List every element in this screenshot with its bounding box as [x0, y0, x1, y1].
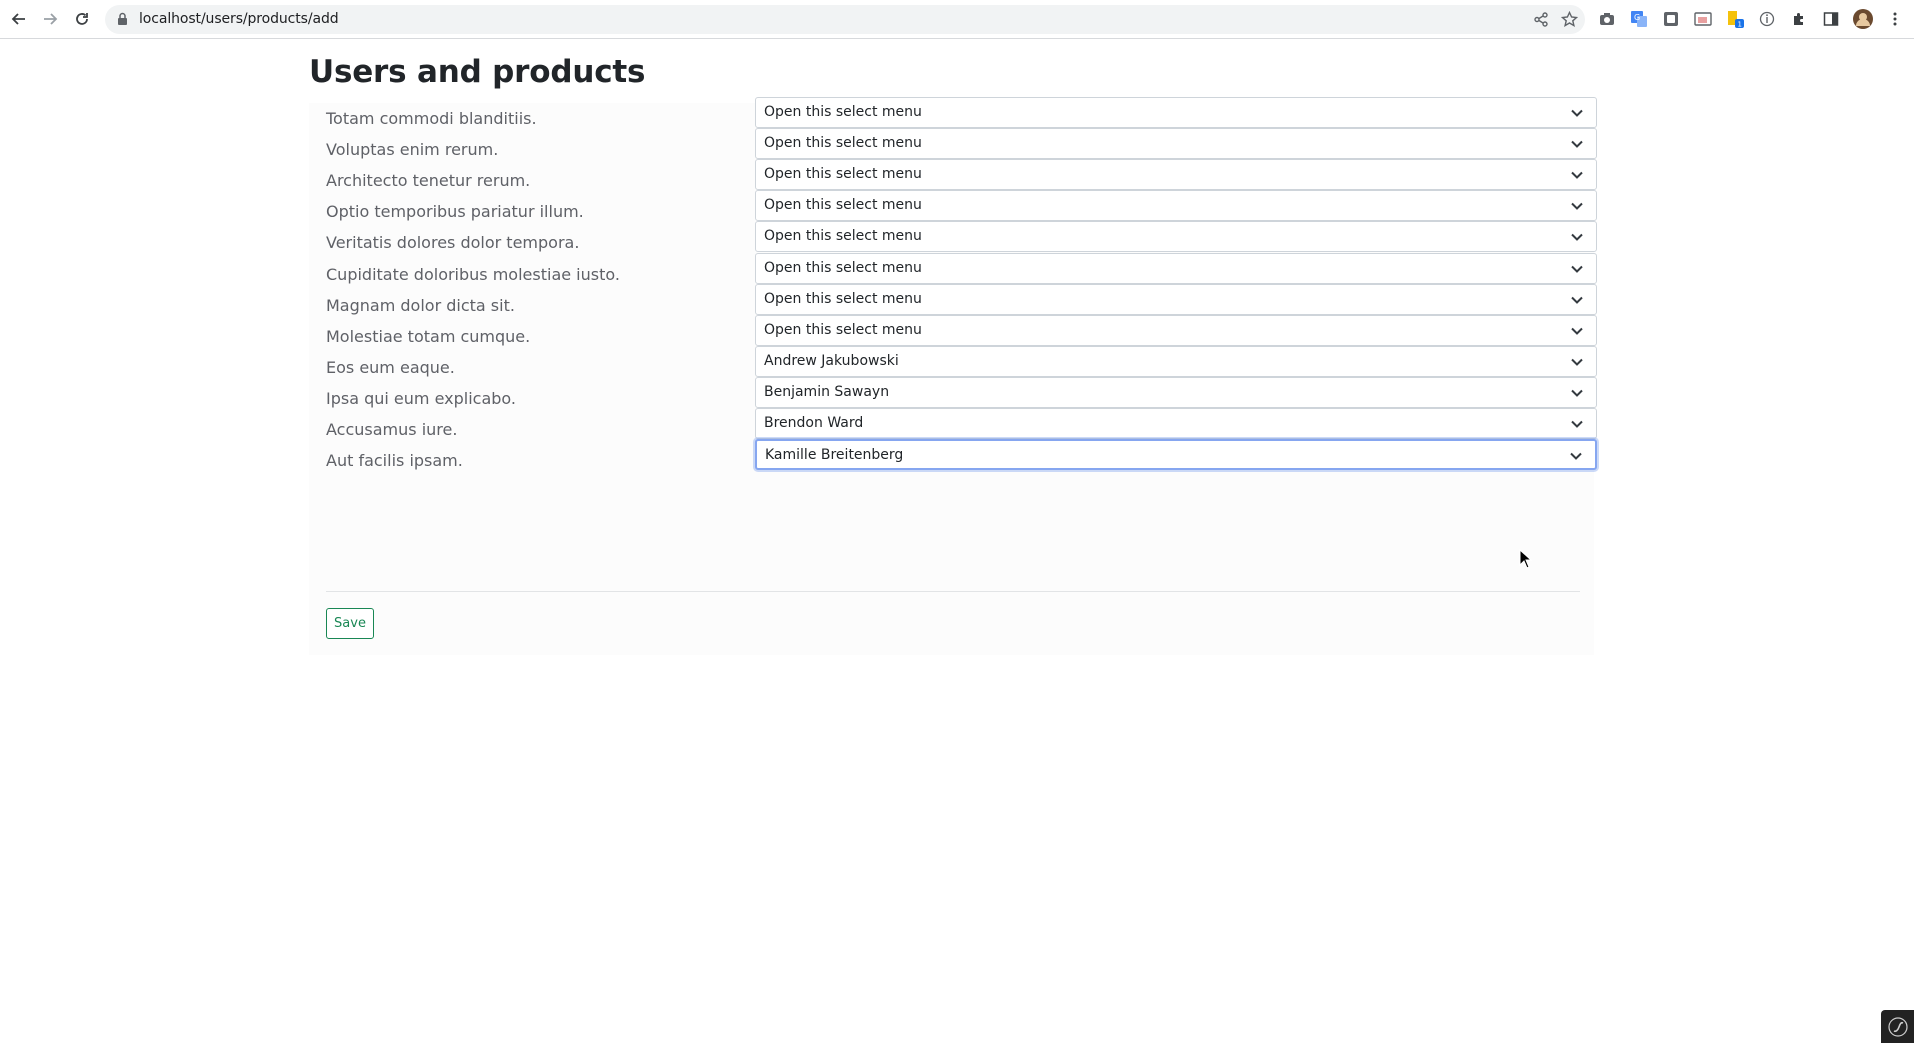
select-value: Open this select menu — [764, 290, 922, 307]
info-extension-icon[interactable] — [1757, 9, 1777, 29]
select-value: Open this select menu — [764, 259, 922, 276]
user-select[interactable]: Brendon Ward — [755, 408, 1597, 439]
address-bar[interactable]: localhost/users/products/add — [105, 5, 1585, 34]
chevron-down-icon — [1571, 389, 1583, 397]
select-value: Open this select menu — [764, 166, 922, 183]
user-select[interactable]: Open this select menu — [755, 283, 1597, 315]
notes-extension-icon[interactable]: 1 — [1725, 9, 1745, 29]
chevron-down-icon — [1571, 420, 1583, 428]
cast-extension-icon[interactable] — [1693, 9, 1713, 29]
browser-menu-icon[interactable] — [1885, 9, 1905, 29]
lock-icon — [118, 12, 127, 25]
select-value: Andrew Jakubowski — [764, 352, 899, 369]
select-value: Open this select menu — [764, 321, 922, 338]
browser-toolbar: localhost/users/products/add G 1 — [0, 0, 1914, 39]
extensions-puzzle-icon[interactable] — [1789, 9, 1809, 29]
select-value: Open this select menu — [764, 104, 922, 120]
user-select[interactable]: Kamille Breitenberg — [755, 439, 1597, 471]
form-row: Aut facilis ipsam. Kamille Breitenberg — [309, 439, 1597, 477]
svg-text:1: 1 — [1738, 21, 1742, 29]
back-button[interactable] — [7, 7, 31, 31]
user-select[interactable]: Open this select menu — [755, 221, 1597, 253]
screenshot-extension-icon[interactable] — [1661, 9, 1681, 29]
reload-button[interactable] — [70, 7, 94, 31]
chevron-down-icon — [1571, 109, 1583, 117]
select-value: Open this select menu — [764, 135, 922, 152]
bookmark-star-icon[interactable] — [1561, 11, 1578, 28]
chevron-down-icon — [1571, 234, 1583, 242]
symfony-logo-icon — [1887, 1016, 1908, 1037]
chevron-down-icon — [1571, 296, 1583, 304]
forward-button[interactable] — [38, 7, 62, 31]
user-select[interactable]: Open this select menu — [755, 314, 1597, 346]
row-label: Aut facilis ipsam. — [326, 451, 463, 471]
mouse-cursor-icon — [1519, 549, 1533, 569]
user-select[interactable]: Open this select menu — [755, 190, 1597, 222]
back-arrow-icon — [11, 13, 25, 25]
chevron-down-icon — [1571, 327, 1583, 335]
side-panel-icon[interactable] — [1821, 9, 1841, 29]
share-icon[interactable] — [1533, 11, 1550, 28]
chevron-down-icon — [1571, 203, 1583, 211]
select-value: Benjamin Sawayn — [764, 383, 890, 400]
user-select[interactable]: Andrew Jakubowski — [755, 345, 1597, 377]
user-select[interactable]: Open this select menu — [755, 128, 1597, 160]
chevron-down-icon — [1571, 171, 1583, 180]
form-divider — [326, 591, 1580, 592]
reload-icon — [76, 13, 88, 25]
profile-avatar-icon[interactable] — [1853, 9, 1873, 29]
chevron-down-icon — [1570, 452, 1582, 461]
url-text: localhost/users/products/add — [139, 11, 339, 27]
translate-extension-icon[interactable]: G — [1629, 9, 1649, 29]
chevron-down-icon — [1571, 265, 1583, 273]
save-button[interactable]: Save — [326, 608, 374, 639]
forward-arrow-icon — [44, 13, 58, 25]
chevron-down-icon — [1571, 358, 1583, 366]
user-select[interactable]: Open this select menu — [755, 159, 1597, 191]
chevron-down-icon — [1571, 140, 1583, 149]
user-product-form: Totam commodi blanditiis. Open this selec… — [309, 97, 1597, 655]
select-value: Open this select menu — [764, 228, 922, 245]
user-select[interactable]: Benjamin Sawayn — [755, 376, 1597, 408]
user-select[interactable]: Open this select menu — [755, 252, 1597, 284]
select-value: Open this select menu — [764, 197, 922, 214]
user-select[interactable]: Open this select menu — [755, 97, 1597, 128]
camera-extension-icon[interactable] — [1597, 9, 1617, 29]
svg-text:G: G — [1634, 13, 1640, 22]
page-title: Users and products — [309, 54, 646, 90]
symfony-toolbar-toggle[interactable] — [1881, 1010, 1914, 1043]
select-value: Brendon Ward — [764, 415, 864, 431]
select-value: Kamille Breitenberg — [765, 447, 904, 464]
